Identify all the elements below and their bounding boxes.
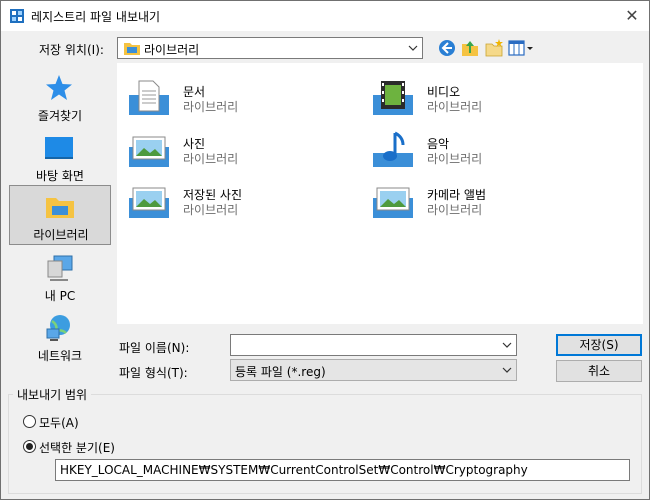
view-menu-icon[interactable] bbox=[508, 38, 534, 58]
sidebar-item-label: 즐겨찾기 bbox=[37, 109, 83, 123]
list-item[interactable]: 비디오 라이브러리 bbox=[367, 67, 567, 115]
file-list-pane: 문서 라이브러리 비디오 라이브러리 사진 라이브러리 음악 라이브러리 저장된… bbox=[117, 63, 643, 324]
chevron-down-icon[interactable] bbox=[502, 338, 512, 352]
sidebar-item-label: 바탕 화면 bbox=[36, 169, 84, 183]
documents-library-icon bbox=[129, 80, 169, 115]
file-type-dropdown[interactable]: 등록 파일 (*.reg) bbox=[230, 359, 517, 381]
regedit-app-icon bbox=[10, 9, 24, 23]
sidebar-item-libraries[interactable]: 라이브러리 bbox=[9, 185, 111, 245]
list-item[interactable]: 저장된 사진 라이브러리 bbox=[123, 170, 323, 218]
export-all-radio[interactable] bbox=[23, 415, 36, 428]
file-type-label: 라이브러리 bbox=[427, 100, 483, 114]
file-type-label: 라이브러리 bbox=[427, 152, 483, 166]
sidebar-item-label: 내 PC bbox=[44, 289, 76, 303]
music-library-icon bbox=[373, 131, 413, 167]
file-type-label: 파일 형식(T): bbox=[119, 366, 188, 380]
up-folder-icon[interactable] bbox=[460, 38, 480, 58]
libraries-folder-icon bbox=[46, 198, 74, 218]
back-arrow-icon[interactable] bbox=[437, 38, 457, 58]
chevron-down-icon bbox=[502, 367, 512, 373]
export-registry-dialog: 레지스트리 파일 내보내기 ✕ 저장 위치(I): 라이브러리 즐겨찾기 바탕 … bbox=[0, 0, 650, 500]
file-type-label: 라이브러리 bbox=[183, 152, 239, 166]
list-item[interactable]: 카메라 앨범 라이브러리 bbox=[367, 170, 567, 218]
this-pc-icon bbox=[47, 255, 73, 281]
close-icon: ✕ bbox=[625, 6, 639, 25]
new-folder-icon[interactable] bbox=[484, 38, 504, 58]
file-name-label: 파일 이름(N): bbox=[119, 341, 190, 355]
saved-pictures-library-icon bbox=[129, 187, 169, 218]
places-bar: 즐겨찾기 바탕 화면 라이브러리 내 PC 네트워크 bbox=[9, 63, 111, 383]
network-icon bbox=[46, 315, 70, 341]
sidebar-item-label: 라이브러리 bbox=[33, 228, 89, 242]
pictures-library-icon bbox=[129, 136, 169, 167]
libraries-folder-icon bbox=[124, 43, 140, 55]
camera-roll-library-icon bbox=[373, 187, 413, 218]
file-name-field[interactable] bbox=[230, 334, 517, 356]
export-range-title: 내보내기 범위 bbox=[13, 386, 92, 403]
list-item[interactable]: 사진 라이브러리 bbox=[123, 119, 323, 167]
file-type-label: 라이브러리 bbox=[183, 100, 239, 114]
export-selected-branch-radio[interactable] bbox=[23, 440, 36, 453]
sidebar-item-desktop[interactable]: 바탕 화면 bbox=[9, 127, 111, 185]
sidebar-item-network[interactable]: 네트워크 bbox=[9, 307, 111, 365]
export-all-label[interactable]: 모두(A) bbox=[39, 414, 79, 431]
title-bar: 레지스트리 파일 내보내기 ✕ bbox=[1, 1, 649, 31]
file-type-label: 라이브러리 bbox=[183, 203, 239, 217]
list-item[interactable]: 음악 라이브러리 bbox=[367, 119, 567, 167]
sidebar-item-label: 네트워크 bbox=[37, 349, 83, 363]
export-selected-branch-label[interactable]: 선택한 분기(E) bbox=[39, 439, 115, 456]
videos-library-icon bbox=[373, 81, 413, 115]
chevron-down-icon bbox=[408, 45, 418, 51]
sidebar-item-this-pc[interactable]: 내 PC bbox=[9, 247, 111, 305]
desktop-icon bbox=[45, 137, 73, 159]
sidebar-item-favorites[interactable]: 즐겨찾기 bbox=[9, 67, 111, 125]
save-location-label: 저장 위치(I): bbox=[39, 43, 104, 57]
save-location-value: 라이브러리 bbox=[144, 43, 200, 57]
branch-path-input[interactable]: HKEY_LOCAL_MACHINE₩SYSTEM₩CurrentControl… bbox=[55, 459, 630, 481]
favorites-star-icon bbox=[46, 75, 72, 100]
branch-path-value: HKEY_LOCAL_MACHINE₩SYSTEM₩CurrentControl… bbox=[60, 463, 528, 477]
list-item[interactable]: 문서 라이브러리 bbox=[123, 67, 323, 115]
window-title: 레지스트리 파일 내보내기 bbox=[31, 10, 161, 24]
file-type-label: 라이브러리 bbox=[427, 203, 483, 217]
save-location-dropdown[interactable]: 라이브러리 bbox=[117, 37, 423, 59]
save-button[interactable]: 저장(S) bbox=[556, 334, 642, 356]
close-button[interactable]: ✕ bbox=[619, 3, 645, 29]
file-type-value: 등록 파일 (*.reg) bbox=[235, 365, 326, 379]
cancel-button[interactable]: 취소 bbox=[556, 360, 642, 382]
